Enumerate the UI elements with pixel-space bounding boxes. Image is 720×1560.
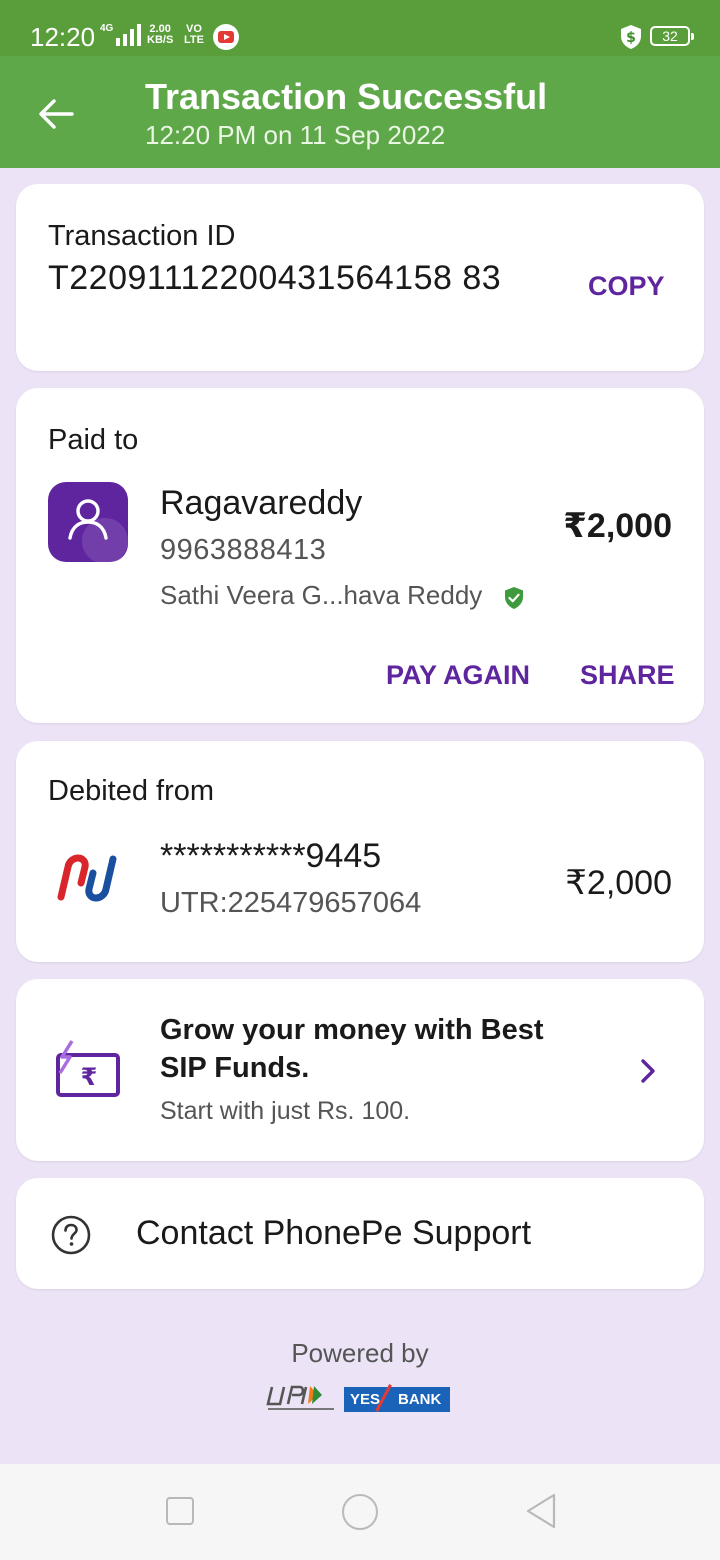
payee-phone: 9963888413 bbox=[160, 534, 327, 566]
paid-to-label: Paid to bbox=[48, 424, 139, 456]
paid-to-card: Paid to Ragavareddy 9963888413 Sathi Vee… bbox=[16, 388, 704, 723]
help-circle-icon bbox=[51, 1215, 91, 1255]
utr-number: UTR:225479657064 bbox=[160, 887, 422, 919]
back-arrow-icon[interactable] bbox=[38, 96, 74, 132]
debited-amount: ₹2,000 bbox=[565, 864, 672, 902]
network-speed: 2.00 KB/S bbox=[147, 23, 174, 46]
signal-icon bbox=[116, 24, 141, 46]
back-triangle-icon[interactable] bbox=[524, 1492, 558, 1530]
svg-text:₹: ₹ bbox=[81, 1063, 98, 1091]
contact-support-label: Contact PhonePe Support bbox=[136, 1214, 532, 1252]
status-time: 12:20 bbox=[30, 22, 96, 52]
battery-icon: 32 bbox=[650, 26, 694, 46]
chevron-right-icon[interactable] bbox=[636, 1057, 660, 1085]
masked-account-number: ***********9445 bbox=[160, 837, 382, 875]
promo-subtitle: Start with just Rs. 100. bbox=[160, 1097, 411, 1125]
yes-bank-logo: YES BANK bbox=[344, 1384, 450, 1412]
transaction-datetime: 12:20 PM on 11 Sep 2022 bbox=[145, 120, 446, 150]
copy-button[interactable]: COPY bbox=[588, 271, 665, 302]
rupee-card-icon: ₹ bbox=[56, 1040, 120, 1097]
share-button[interactable]: SHARE bbox=[580, 660, 675, 691]
payee-name: Ragavareddy bbox=[160, 484, 363, 522]
network-type: 4G bbox=[100, 23, 114, 34]
sip-promo-card[interactable]: ₹ Grow your money with Best SIP Funds. S… bbox=[16, 979, 704, 1161]
status-bar: 12:20 4G 2.00 KB/S VO LTE $ 32 bbox=[0, 0, 720, 56]
bank-logo-icon bbox=[57, 854, 117, 902]
contact-support-card[interactable]: Contact PhonePe Support bbox=[16, 1178, 704, 1289]
recent-apps-icon[interactable] bbox=[166, 1497, 194, 1525]
system-nav-bar bbox=[0, 1464, 720, 1560]
transaction-id-label: Transaction ID bbox=[48, 220, 236, 252]
transaction-id-value: T22091112200431564158 83 bbox=[48, 259, 502, 297]
verified-shield-icon bbox=[505, 587, 523, 609]
pay-again-button[interactable]: PAY AGAIN bbox=[386, 660, 530, 691]
promo-title: Grow your money with Best SIP Funds. bbox=[160, 1014, 544, 1084]
debited-from-label: Debited from bbox=[48, 775, 215, 807]
paid-amount: ₹2,000 bbox=[563, 507, 672, 545]
debited-from-card: Debited from ***********9445 UTR:2254796… bbox=[16, 741, 704, 962]
transaction-id-card: Transaction ID T22091112200431564158 83 … bbox=[16, 184, 704, 371]
home-icon[interactable] bbox=[342, 1494, 378, 1530]
payee-full-name: Sathi Veera G...hava Reddy bbox=[160, 580, 483, 610]
svg-text:$: $ bbox=[626, 30, 636, 46]
upi-logo bbox=[266, 1385, 334, 1410]
user-icon bbox=[68, 499, 108, 540]
page-title: Transaction Successful bbox=[145, 76, 548, 117]
app-header: Transaction Successful 12:20 PM on 11 Se… bbox=[0, 56, 720, 168]
avatar bbox=[48, 482, 128, 562]
powered-by-text: Powered by bbox=[291, 1338, 429, 1368]
youtube-icon bbox=[213, 24, 239, 50]
shield-dollar-icon: $ bbox=[621, 25, 641, 49]
volte-indicator: VO LTE bbox=[184, 23, 204, 46]
